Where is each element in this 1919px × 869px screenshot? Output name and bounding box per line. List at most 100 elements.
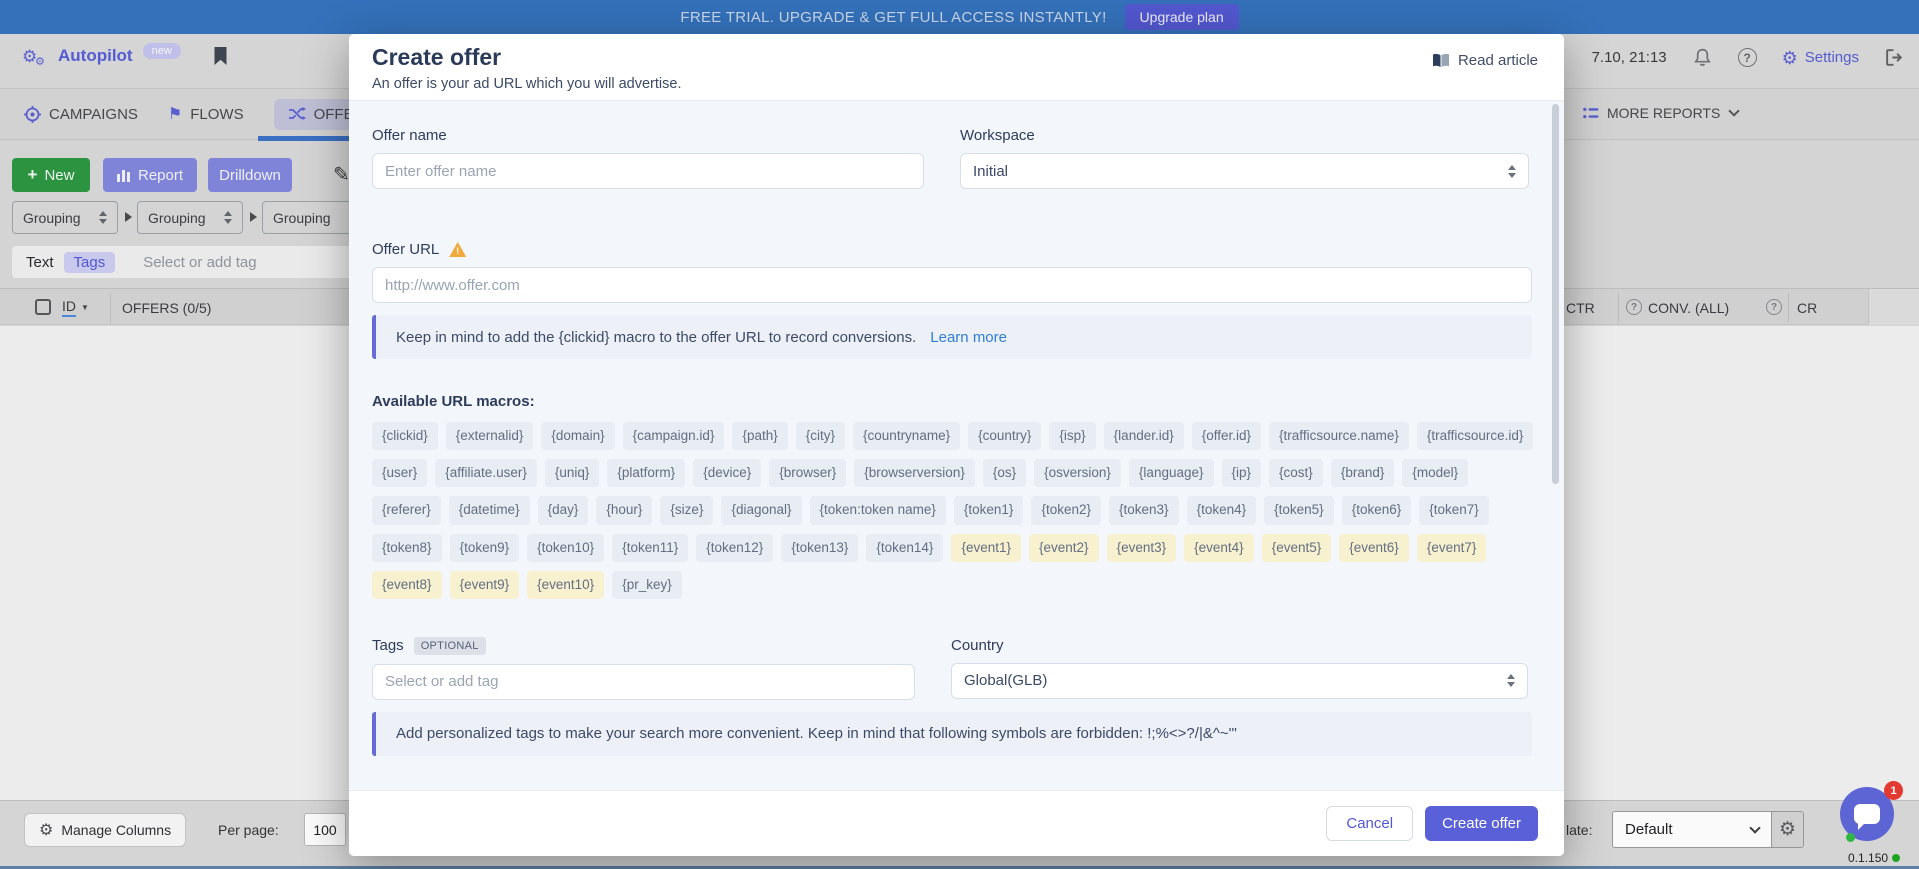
more-reports-button[interactable]: MORE REPORTS <box>1583 105 1738 121</box>
learn-more-link[interactable]: Learn more <box>930 329 1007 346</box>
macro-chip[interactable]: {model} <box>1402 459 1468 487</box>
macro-chip[interactable]: {token13} <box>781 534 858 562</box>
macro-chip[interactable]: {language} <box>1129 459 1214 487</box>
macro-chip[interactable]: {country} <box>968 422 1041 450</box>
macro-chip[interactable]: {event1} <box>951 534 1021 562</box>
column-header-conv[interactable]: CONV. (ALL) <box>1648 300 1729 316</box>
column-header-id[interactable]: ID ▼ <box>62 298 89 317</box>
offer-url-input[interactable] <box>372 267 1532 303</box>
macro-chip[interactable]: {token14} <box>866 534 943 562</box>
macro-chip[interactable]: {brand} <box>1331 459 1395 487</box>
macro-chip[interactable]: {size} <box>660 496 713 524</box>
macro-chip[interactable]: {trafficsource.id} <box>1417 422 1534 450</box>
macro-chip[interactable]: {uniq} <box>545 459 600 487</box>
grouping-select-1[interactable]: Grouping <box>12 201 118 234</box>
macro-chip[interactable]: {browserversion} <box>854 459 975 487</box>
macro-chip[interactable]: {event5} <box>1262 534 1332 562</box>
new-button[interactable]: + New <box>12 158 90 192</box>
macro-chip[interactable]: {osversion} <box>1034 459 1121 487</box>
macro-chip[interactable]: {platform} <box>607 459 685 487</box>
macro-chip[interactable]: {token11} <box>612 534 688 562</box>
bookmark-icon[interactable] <box>213 47 228 66</box>
tab-flows[interactable]: ⚑ FLOWS <box>168 104 244 124</box>
tags-input[interactable] <box>372 664 915 700</box>
macro-chip[interactable]: {token9} <box>450 534 520 562</box>
macro-chip[interactable]: {token:token name} <box>810 496 946 524</box>
select-all-checkbox[interactable] <box>35 299 51 315</box>
read-article-link[interactable]: Read article <box>1432 52 1538 69</box>
macro-chip[interactable]: {affiliate.user} <box>435 459 537 487</box>
macro-chip[interactable]: {browser} <box>769 459 846 487</box>
cancel-button[interactable]: Cancel <box>1326 806 1413 841</box>
macro-chip[interactable]: {trafficsource.name} <box>1269 422 1409 450</box>
macro-chip[interactable]: {pr_key} <box>612 571 682 599</box>
macro-chip[interactable]: {campaign.id} <box>623 422 725 450</box>
macro-chip[interactable]: {token1} <box>954 496 1024 524</box>
macro-chip[interactable]: {event9} <box>450 571 520 599</box>
macro-chip[interactable]: {cost} <box>1269 459 1323 487</box>
macro-chip[interactable]: {os} <box>983 459 1026 487</box>
drilldown-button[interactable]: Drilldown <box>208 158 292 192</box>
tab-campaigns[interactable]: CAMPAIGNS <box>24 106 138 123</box>
bell-icon[interactable] <box>1692 47 1713 68</box>
column-header-cr[interactable]: CR <box>1797 300 1817 316</box>
filter-mode-text[interactable]: Text <box>26 254 54 271</box>
macro-chip[interactable]: {token6} <box>1342 496 1412 524</box>
logout-icon[interactable] <box>1884 48 1905 67</box>
help-icon[interactable]: ? <box>1766 299 1782 315</box>
macro-chip[interactable]: {domain} <box>541 422 614 450</box>
macro-chip[interactable]: {token8} <box>372 534 442 562</box>
macro-chip[interactable]: {token12} <box>696 534 773 562</box>
report-button[interactable]: Report <box>103 158 197 192</box>
macro-chip[interactable]: {token2} <box>1031 496 1101 524</box>
macro-chip[interactable]: {event10} <box>527 571 604 599</box>
macro-chip[interactable]: {lander.id} <box>1104 422 1184 450</box>
create-offer-button[interactable]: Create offer <box>1425 806 1538 841</box>
template-select[interactable]: Default <box>1613 812 1771 847</box>
template-settings-button[interactable]: ⚙ <box>1771 812 1803 847</box>
macro-chip[interactable]: {token4} <box>1187 496 1257 524</box>
macro-chip[interactable]: {hour} <box>596 496 652 524</box>
macro-chip[interactable]: {event6} <box>1339 534 1409 562</box>
macro-chip[interactable]: {datetime} <box>449 496 530 524</box>
column-header-offers[interactable]: OFFERS (0/5) <box>122 300 211 316</box>
macro-chip[interactable]: {token3} <box>1109 496 1179 524</box>
tag-filter-input[interactable] <box>143 254 313 271</box>
macro-chip[interactable]: {isp} <box>1049 422 1095 450</box>
grouping-select-2[interactable]: Grouping <box>137 201 243 234</box>
macro-chip[interactable]: {event8} <box>372 571 442 599</box>
macro-chip[interactable]: {device} <box>693 459 761 487</box>
filter-mode-tags[interactable]: Tags <box>64 252 116 273</box>
macro-chip[interactable]: {user} <box>372 459 427 487</box>
brand-autopilot[interactable]: Autopilot <box>58 46 133 66</box>
macro-chip[interactable]: {path} <box>732 422 787 450</box>
macro-chip[interactable]: {offer.id} <box>1192 422 1261 450</box>
macro-chip[interactable]: {externalid} <box>446 422 534 450</box>
macro-chip[interactable]: {event3} <box>1107 534 1177 562</box>
macro-chip[interactable]: {event2} <box>1029 534 1099 562</box>
macro-chip[interactable]: {diagonal} <box>721 496 801 524</box>
macro-chip[interactable]: {event7} <box>1417 534 1487 562</box>
help-icon[interactable]: ? <box>1626 299 1642 315</box>
macro-chip[interactable]: {city} <box>796 422 845 450</box>
upgrade-plan-button[interactable]: Upgrade plan <box>1125 4 1239 30</box>
macro-chip[interactable]: {referer} <box>372 496 441 524</box>
column-header-ctr[interactable]: CTR <box>1566 300 1595 316</box>
edit-pencil-icon[interactable]: ✎ <box>333 162 350 187</box>
country-select[interactable]: Global(GLB) <box>951 663 1528 699</box>
settings-button[interactable]: ⚙ Settings <box>1782 49 1859 67</box>
macro-chip[interactable]: {clickid} <box>372 422 438 450</box>
macro-chip[interactable]: {token10} <box>527 534 604 562</box>
macro-chip[interactable]: {day} <box>538 496 589 524</box>
modal-scrollbar[interactable] <box>1552 104 1559 484</box>
offer-name-input[interactable] <box>372 153 924 189</box>
manage-columns-button[interactable]: ⚙ Manage Columns <box>24 813 186 847</box>
macro-chip[interactable]: {ip} <box>1222 459 1262 487</box>
per-page-input[interactable]: 100 <box>304 813 346 846</box>
macro-chip[interactable]: {event4} <box>1184 534 1254 562</box>
macro-chip[interactable]: {countryname} <box>853 422 960 450</box>
help-icon[interactable]: ? <box>1738 48 1757 67</box>
macro-chip[interactable]: {token7} <box>1419 496 1489 524</box>
macro-chip[interactable]: {token5} <box>1264 496 1334 524</box>
workspace-select[interactable]: Initial <box>960 153 1529 189</box>
